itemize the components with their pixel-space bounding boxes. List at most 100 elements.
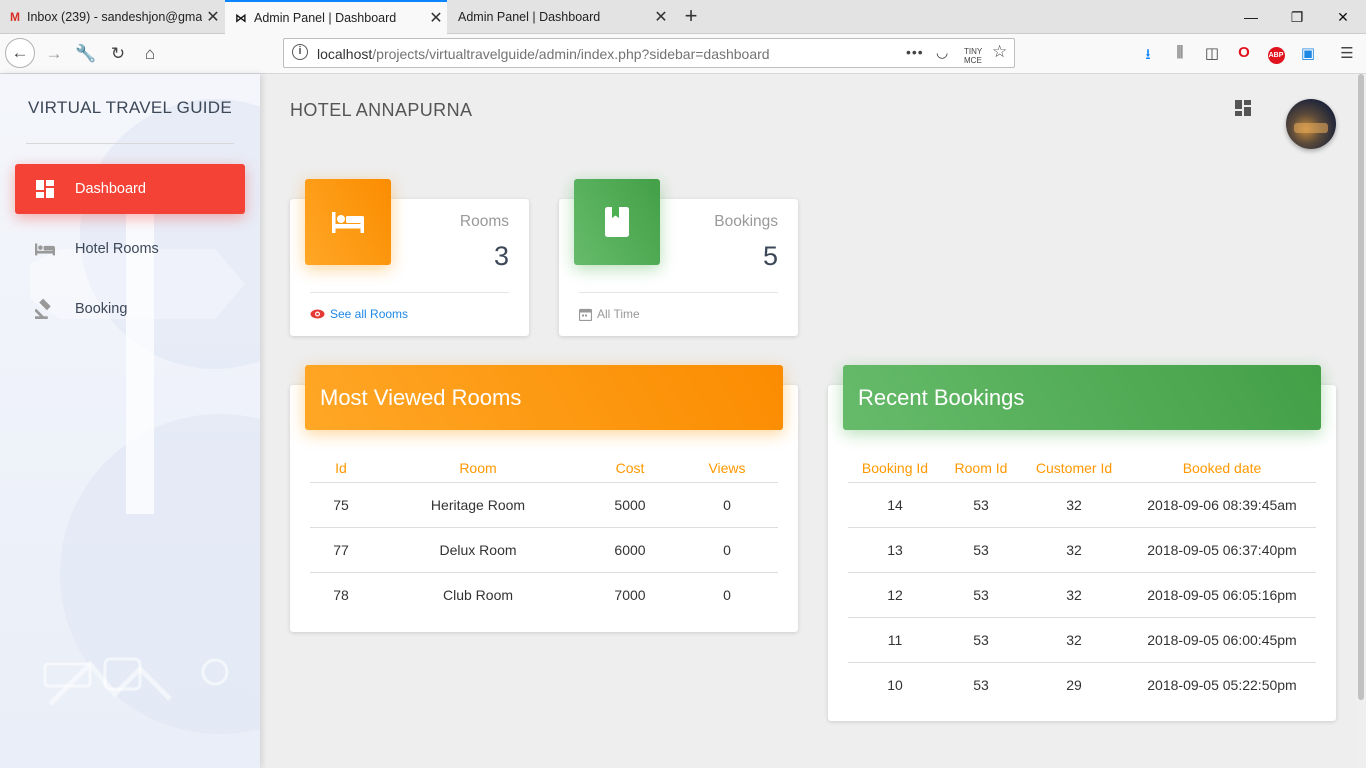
table-row: 11 53 32 2018-09-05 06:00:45pm [848, 617, 1316, 663]
page-actions-icon[interactable]: ••• [906, 44, 924, 60]
sidebar-item-hotel-rooms[interactable]: Hotel Rooms [15, 224, 245, 274]
adblock-icon[interactable]: ABP [1265, 44, 1287, 64]
column-header: Booked date [1128, 454, 1316, 483]
avatar[interactable] [1286, 99, 1336, 149]
gavel-icon [35, 298, 55, 319]
new-tab-button[interactable]: + [678, 0, 704, 34]
all-time-footer: All Time [579, 307, 640, 321]
divider [26, 143, 234, 144]
browser-tab-bar: M Inbox (239) - sandeshjon@gma ✕ ⋈ Admin… [0, 0, 1366, 34]
scrollbar-thumb[interactable] [1358, 74, 1364, 700]
cell: 11 [848, 617, 942, 663]
tab-admin-active[interactable]: ⋈ Admin Panel | Dashboard ✕ [225, 0, 447, 34]
cell: Club Room [442, 586, 514, 603]
page-title: HOTEL ANNAPURNA [290, 100, 473, 120]
cell: 10 [887, 676, 903, 693]
sidebar-item-dashboard[interactable]: Dashboard [15, 164, 245, 214]
cell: 2018-09-05 06:37:40pm [1128, 527, 1316, 573]
download-icon[interactable]: ⭳ [1137, 44, 1159, 69]
table-row: 78 Club Room 7000 0 [310, 572, 778, 617]
stat-value: 5 [762, 241, 778, 271]
cell: 5000 [584, 482, 676, 528]
cell: 53 [973, 676, 989, 693]
close-icon[interactable]: ✕ [425, 8, 447, 28]
restore-button[interactable]: ❐ [1274, 0, 1320, 34]
column-header: Room [372, 454, 584, 483]
url-host: localhost [317, 46, 373, 62]
cell: Delux Room [372, 527, 584, 573]
close-icon[interactable]: ✕ [650, 7, 672, 27]
url-text[interactable]: localhost/projects/virtualtravelguide/ad… [317, 46, 770, 62]
cell: 7000 [614, 586, 646, 603]
minimize-button[interactable]: — [1228, 0, 1274, 34]
pocket-icon[interactable]: ◡ [936, 44, 948, 61]
stat-label: Rooms [459, 213, 509, 230]
reload-button[interactable]: ↻ [104, 40, 132, 68]
cell: 14 [848, 482, 942, 528]
tab-admin[interactable]: Admin Panel | Dashboard ✕ [448, 0, 672, 34]
cell: 29 [1066, 676, 1082, 693]
recent-bookings-card: Recent Bookings Booking Id Room Id Custo… [828, 365, 1336, 721]
tab-title: Inbox (239) - sandeshjon@gma [27, 10, 202, 24]
table-row: 12 53 32 2018-09-05 06:05:16pm [848, 572, 1316, 618]
tab-gmail[interactable]: M Inbox (239) - sandeshjon@gma ✕ [0, 0, 224, 34]
bookings-stat-icon-box [574, 179, 660, 265]
sidebar-item-booking[interactable]: Booking [15, 284, 245, 334]
cell: 53 [942, 572, 1020, 618]
cell: 0 [723, 586, 731, 603]
extension-icon[interactable]: ▣ [1297, 44, 1319, 62]
gmail-icon: M [10, 10, 20, 24]
cell: 0 [676, 527, 778, 573]
rooms-stat-icon-box [305, 179, 391, 265]
tinymce-icon[interactable]: TINY MCE [964, 47, 982, 65]
table-row: 77 Delux Room 6000 0 [310, 527, 778, 573]
close-window-button[interactable]: ✕ [1320, 0, 1366, 34]
footer-text: All Time [597, 307, 640, 321]
bookmark-star-icon[interactable]: ☆ [992, 42, 1007, 62]
browser-nav-bar: ← → 🔧 ↻ ⌂ i localhost/projects/virtualtr… [0, 34, 1366, 74]
url-bar[interactable]: i localhost/projects/virtualtravelguide/… [283, 38, 1015, 68]
sidebar: VIRTUAL TRAVEL GUIDE Dashboard Hotel Roo… [0, 74, 260, 768]
column-header: Room Id [942, 454, 1020, 483]
home-button[interactable]: ⌂ [136, 40, 164, 68]
library-icon[interactable]: ⫼ [1169, 44, 1191, 61]
book-icon [605, 207, 629, 237]
cell: 32 [1020, 572, 1128, 618]
wrench-icon[interactable]: 🔧 [72, 40, 100, 68]
cell: Heritage Room [372, 482, 584, 528]
sidebar-item-label: Booking [75, 301, 128, 317]
divider [579, 292, 778, 293]
menu-icon[interactable]: ☰ [1336, 44, 1358, 62]
column-header: Cost [584, 454, 676, 483]
table-header-row: Booking Id Room Id Customer Id Booked da… [848, 454, 1316, 483]
page-scrollbar[interactable] [1356, 74, 1366, 768]
most-viewed-rooms-card: Most Viewed Rooms Id Room Cost Views 75 … [290, 365, 798, 632]
cell: 2018-09-05 06:00:45pm [1128, 617, 1316, 663]
cell: 32 [1020, 617, 1128, 663]
dashboard-grid-icon[interactable] [1235, 100, 1251, 116]
column-header: Views [676, 454, 778, 483]
see-all-rooms-link[interactable]: See all Rooms [310, 307, 408, 321]
cell: 13 [848, 527, 942, 573]
table-row: 10 53 29 2018-09-05 05:22:50pm [848, 662, 1316, 707]
table-row: 75 Heritage Room 5000 0 [310, 482, 778, 528]
cell: 77 [310, 527, 372, 573]
link-text: See all Rooms [330, 307, 409, 321]
sidebar-toggle-icon[interactable]: ◫ [1201, 44, 1223, 62]
bed-icon [35, 239, 55, 259]
tab-title: Admin Panel | Dashboard [254, 11, 397, 25]
close-icon[interactable]: ✕ [202, 7, 224, 27]
back-button[interactable]: ← [5, 38, 35, 68]
calendar-icon [579, 308, 592, 321]
opera-icon[interactable]: O [1233, 44, 1255, 61]
info-icon[interactable]: i [292, 44, 308, 60]
cell: 53 [942, 527, 1020, 573]
brand-title[interactable]: VIRTUAL TRAVEL GUIDE [0, 98, 260, 118]
forward-button[interactable]: → [40, 40, 68, 68]
dashboard-icon [35, 179, 55, 199]
cell: 78 [333, 586, 349, 603]
cell: 75 [310, 482, 372, 528]
cell: 53 [942, 617, 1020, 663]
column-header: Booking Id [848, 454, 942, 483]
cell: 2018-09-05 06:05:16pm [1128, 572, 1316, 618]
